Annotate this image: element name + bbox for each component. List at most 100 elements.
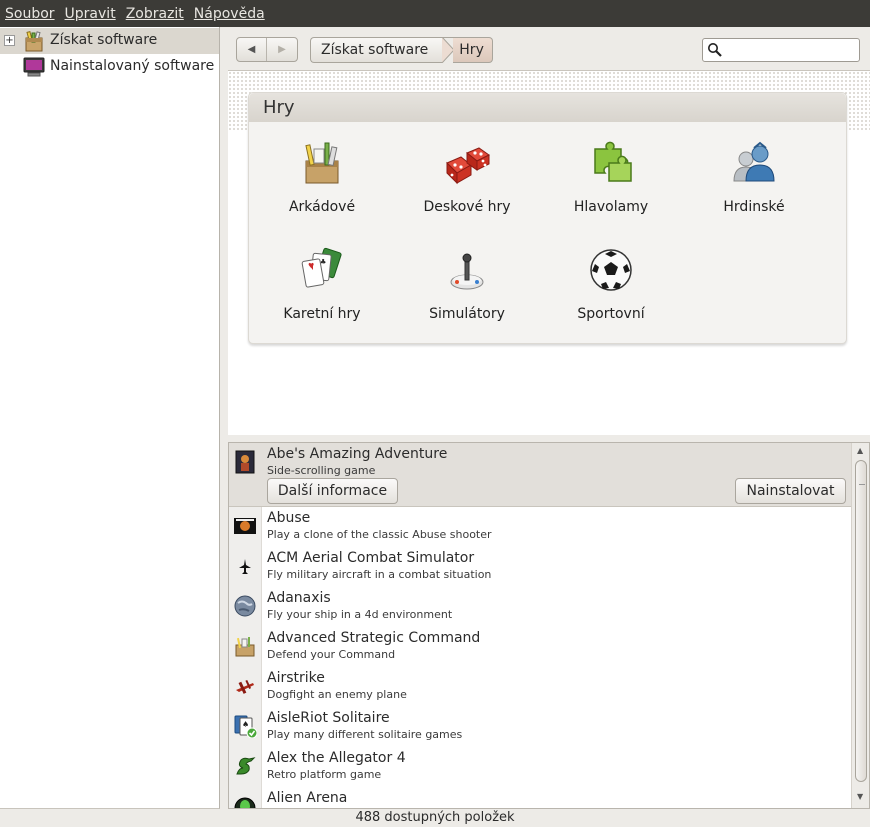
search-icon	[708, 43, 722, 57]
abuse-icon	[234, 518, 256, 534]
monitor-icon	[23, 57, 45, 77]
app-description: Retro platform game	[267, 768, 382, 781]
biplane-icon	[236, 679, 254, 694]
category-card-games[interactable]: ♥ ♣ Karetní hry	[252, 246, 392, 322]
sidebar-item-get-software[interactable]: + Získat software	[0, 28, 219, 54]
search-input[interactable]	[702, 38, 860, 62]
category-sports[interactable]: Sportovní	[541, 246, 681, 322]
svg-text:♣: ♣	[320, 258, 326, 266]
scrollbar[interactable]: ▲ ▼	[851, 443, 869, 808]
category-label: Hrdinské	[723, 199, 785, 215]
sidebar-item-label: Nainstalovaný software	[50, 58, 215, 74]
forward-button[interactable]: ▶	[267, 38, 297, 61]
menu-bar: Soubor Upravit Zobrazit Nápověda	[0, 0, 870, 27]
scrollbar-grip	[859, 484, 865, 496]
planet-icon	[234, 595, 256, 617]
jet-icon	[239, 559, 251, 574]
app-name: Abuse	[267, 510, 311, 526]
list-item[interactable]: ACM Aerial Combat Simulator Fly military…	[229, 547, 851, 587]
cards-icon: ♥ ♣	[301, 247, 342, 288]
svg-text:♥: ♥	[308, 262, 314, 270]
more-info-button[interactable]: Další informace	[267, 478, 398, 504]
app-list: Abe's Amazing Adventure Side-scrolling g…	[228, 442, 870, 809]
scroll-up-arrow-icon[interactable]: ▲	[857, 446, 863, 455]
expander-plus-icon[interactable]: +	[4, 35, 15, 46]
back-button[interactable]: ◀	[237, 38, 267, 61]
category-label: Arkádové	[288, 199, 356, 215]
list-item[interactable]: Abuse Play a clone of the classic Abuse …	[229, 507, 851, 547]
menu-napoveda-label: Nápověda	[193, 5, 265, 22]
alligator-icon	[236, 757, 256, 775]
software-center-icon	[25, 31, 43, 52]
svg-text:♠: ♠	[242, 720, 249, 729]
app-row-selected[interactable]: Abe's Amazing Adventure Side-scrolling g…	[229, 443, 851, 507]
category-arcade[interactable]: Arkádové	[252, 139, 392, 215]
breadcrumb-games[interactable]: Hry	[453, 37, 493, 63]
app-description: Dogfight an enemy plane	[267, 688, 407, 701]
menu-soubor-label: Soubor	[5, 5, 55, 22]
sidebar-item-installed-software[interactable]: Nainstalovaný software	[0, 54, 219, 80]
list-item[interactable]: Advanced Strategic Command Defend your C…	[229, 627, 851, 667]
category-role-playing[interactable]: Hrdinské	[684, 139, 824, 215]
category-puzzles[interactable]: Hlavolamy	[541, 139, 681, 215]
app-name: AisleRiot Solitaire	[267, 710, 390, 726]
alien-icon	[234, 797, 256, 808]
solitaire-installed-icon: ♠	[234, 715, 257, 738]
role-playing-icon	[733, 141, 775, 182]
category-card: Hry Arkádové Deskové hry Hlavolamy Hrdin…	[248, 92, 847, 344]
scrollbar-thumb[interactable]	[855, 460, 867, 782]
breadcrumb: Získat software Hry	[310, 37, 493, 63]
app-name: Advanced Strategic Command	[267, 630, 481, 646]
menu-upravit[interactable]: Upravit	[65, 6, 116, 22]
category-title: Hry	[249, 93, 846, 122]
category-panel: Hry Arkádové Deskové hry Hlavolamy Hrdin…	[228, 70, 870, 435]
joystick-icon	[450, 253, 484, 290]
list-item[interactable]: Airstrike Dogfight an enemy plane	[229, 667, 851, 707]
breadcrumb-label: Získat software	[321, 42, 429, 58]
nav-buttons: ◀ ▶	[236, 37, 298, 62]
category-simulators[interactable]: Simulátory	[397, 246, 537, 322]
list-item[interactable]: Alien Arena	[229, 787, 851, 808]
breadcrumb-get-software[interactable]: Získat software	[310, 37, 443, 63]
menu-zobrazit[interactable]: Zobrazit	[126, 6, 184, 22]
category-label: Deskové hry	[423, 199, 511, 215]
status-text: 488 dostupných položek	[355, 810, 515, 825]
app-name: Alex the Allegator 4	[267, 750, 406, 766]
back-arrow-icon: ◀	[247, 44, 256, 55]
category-label: Sportovní	[577, 306, 645, 322]
sidebar-item-label: Získat software	[50, 32, 158, 48]
strategy-box-icon	[235, 637, 255, 657]
status-bar: 488 dostupných položek	[0, 809, 870, 827]
install-button[interactable]: Nainstalovat	[735, 478, 846, 504]
category-label: Simulátory	[429, 306, 505, 322]
scroll-down-arrow-icon[interactable]: ▼	[857, 792, 863, 801]
soccer-ball-icon	[590, 249, 632, 291]
app-description: Play a clone of the classic Abuse shoote…	[267, 528, 492, 541]
app-name: ACM Aerial Combat Simulator	[267, 550, 475, 566]
list-item[interactable]: Alex the Allegator 4 Retro platform game	[229, 747, 851, 787]
list-item[interactable]: Adanaxis Fly your ship in a 4d environme…	[229, 587, 851, 627]
menu-napoveda[interactable]: Nápověda	[194, 6, 265, 22]
app-name: Alien Arena	[267, 790, 348, 806]
arcade-box-icon	[305, 142, 339, 184]
app-description: Fly military aircraft in a combat situat…	[267, 568, 492, 581]
app-name: Airstrike	[267, 670, 325, 686]
abe-game-icon	[235, 450, 255, 474]
app-description: Side-scrolling game	[267, 464, 376, 477]
menu-zobrazit-label: Zobrazit	[125, 5, 184, 22]
menu-soubor[interactable]: Soubor	[5, 6, 55, 22]
app-name: Adanaxis	[267, 590, 331, 606]
breadcrumb-label: Hry	[459, 42, 484, 58]
category-board-games[interactable]: Deskové hry	[397, 139, 537, 215]
app-description: Play many different solitaire games	[267, 728, 463, 741]
app-name: Abe's Amazing Adventure	[267, 446, 448, 462]
list-item[interactable]: ♠ AisleRiot Solitaire Play many differen…	[229, 707, 851, 747]
dice-icon	[446, 147, 490, 185]
category-label: Karetní hry	[283, 306, 361, 322]
app-description: Fly your ship in a 4d environment	[267, 608, 453, 621]
menu-upravit-label: Upravit	[64, 5, 116, 22]
category-label: Hlavolamy	[573, 199, 649, 215]
main-pane: ◀ ▶ Získat software Hry Hry Arkádové Des…	[228, 27, 870, 809]
toolbar: ◀ ▶ Získat software Hry	[228, 27, 870, 70]
forward-arrow-icon: ▶	[278, 44, 286, 55]
